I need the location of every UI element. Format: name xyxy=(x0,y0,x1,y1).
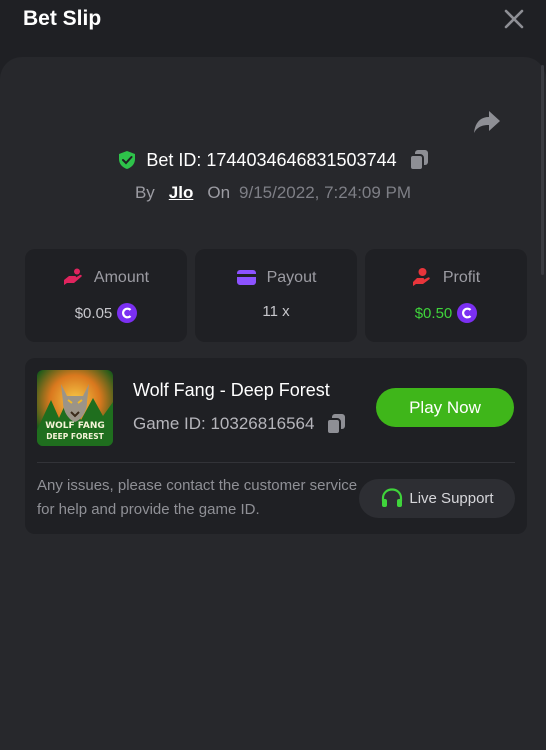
profit-card: Profit $0.50 xyxy=(365,249,527,342)
card-icon xyxy=(236,270,256,285)
by-label: By xyxy=(134,183,155,202)
thumb-title-line1: WOLF FANG xyxy=(45,421,105,431)
copy-bet-id-icon[interactable] xyxy=(408,149,429,171)
user-link[interactable]: Jlo xyxy=(169,183,194,203)
headset-icon xyxy=(382,487,403,507)
thumb-title-line2: DEEP FOREST xyxy=(46,432,104,441)
close-icon[interactable] xyxy=(502,7,526,31)
bet-id: Bet ID: 1744034646831503744 xyxy=(146,149,397,170)
live-support-label: Live Support xyxy=(409,490,494,507)
divider xyxy=(37,462,515,463)
game-thumbnail[interactable]: WOLF FANG DEEP FOREST xyxy=(37,370,113,446)
profit-label: Profit xyxy=(442,268,481,286)
amount-value: $0.05 xyxy=(74,304,113,322)
profit-hand-icon xyxy=(412,268,430,286)
page-title: Bet Slip xyxy=(23,7,102,30)
live-support-button[interactable]: Live Support xyxy=(359,479,515,518)
play-now-button[interactable]: Play Now xyxy=(376,388,514,427)
payout-card: Payout 11 x xyxy=(195,249,357,342)
profit-value: $0.50 xyxy=(414,304,453,322)
amount-hand-icon xyxy=(63,268,82,285)
bet-id-row: Bet ID: 1744034646831503744 xyxy=(0,146,546,174)
verified-shield-icon xyxy=(119,151,136,169)
game-id-row: Game ID: 10326816564 xyxy=(133,413,346,435)
copy-game-id-icon[interactable] xyxy=(326,413,346,435)
payout-label: Payout xyxy=(266,268,317,286)
amount-label: Amount xyxy=(93,268,150,286)
coin-icon xyxy=(457,303,478,323)
game-id: Game ID: 10326816564 xyxy=(133,414,315,433)
amount-card: Amount $0.05 xyxy=(25,249,187,342)
game-name: Wolf Fang - Deep Forest xyxy=(133,380,330,400)
bet-meta-row: By Jlo On 9/15/2022, 7:24:09 PM xyxy=(0,180,546,206)
support-notice: Any issues, please contact the customer … xyxy=(37,477,358,518)
share-icon[interactable] xyxy=(472,108,502,136)
bet-date: 9/15/2022, 7:24:09 PM xyxy=(239,183,412,202)
on-label: On xyxy=(207,183,231,202)
payout-value: 11 x xyxy=(262,303,290,320)
coin-icon xyxy=(117,303,138,323)
header: Bet Slip xyxy=(0,0,546,56)
game-card: WOLF FANG DEEP FOREST Wolf Fang - Deep F… xyxy=(25,358,527,534)
